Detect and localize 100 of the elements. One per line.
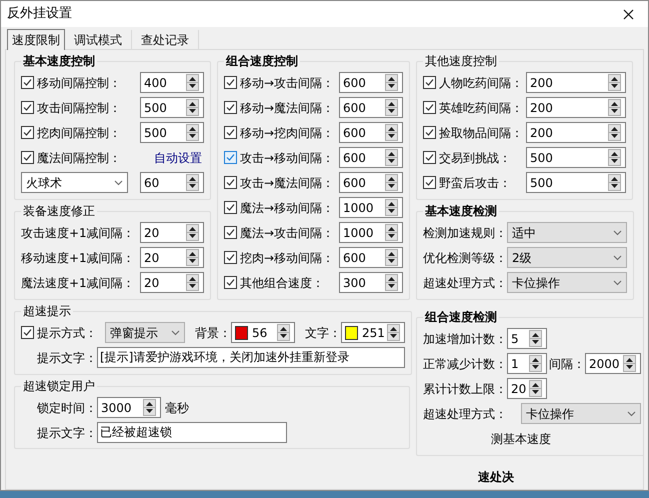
checkbox[interactable]	[224, 76, 237, 89]
number-field[interactable]: 20	[140, 247, 204, 268]
number-field[interactable]: 251	[341, 322, 405, 343]
checkbox[interactable]	[224, 226, 237, 239]
field-label: 优化检测等级：	[423, 250, 507, 266]
field-label: 攻击速度+1减间隔：	[21, 224, 135, 242]
number-field[interactable]: 2000	[585, 353, 641, 374]
number-field[interactable]: 200	[526, 72, 626, 93]
checkbox[interactable]	[224, 126, 237, 139]
spin-button[interactable]	[385, 249, 398, 266]
number-field[interactable]: 600	[339, 247, 403, 268]
number-field[interactable]: 500	[526, 147, 626, 168]
spin-button[interactable]	[608, 99, 621, 116]
field-label: 捡取物品间隔：	[439, 124, 523, 142]
number-field[interactable]: 20	[140, 272, 204, 293]
dropdown[interactable]: 2级	[507, 247, 627, 268]
chevron-icon	[613, 254, 622, 260]
chevron-icon	[627, 410, 636, 416]
checkbox[interactable]	[21, 101, 34, 114]
color-swatch[interactable]	[345, 326, 358, 340]
spin-button[interactable]	[385, 74, 398, 91]
spin-button[interactable]	[186, 274, 199, 291]
number-field[interactable]: 600	[339, 172, 403, 193]
spin-button[interactable]	[385, 224, 398, 241]
field-label: 人物吃药间隔：	[439, 74, 523, 92]
spin-button[interactable]	[608, 149, 621, 166]
spin-button[interactable]	[608, 74, 621, 91]
number-field[interactable]: 200	[526, 97, 626, 118]
number-field[interactable]: 60	[140, 172, 204, 193]
number-field[interactable]: 600	[339, 147, 403, 168]
checkbox[interactable]	[21, 151, 34, 164]
spin-button[interactable]	[143, 399, 156, 416]
checkbox[interactable]	[423, 176, 436, 189]
number-field[interactable]: 300	[339, 272, 403, 293]
text-field[interactable]: [提示]请爱护游戏环境，关闭加速外挂重新登录	[97, 347, 405, 368]
spin-button[interactable]	[385, 174, 398, 191]
dropdown[interactable]: 火球术	[21, 172, 128, 193]
spin-button[interactable]	[186, 74, 199, 91]
checkbox[interactable]	[423, 126, 436, 139]
number-field[interactable]: 400	[140, 72, 204, 93]
spin-button[interactable]	[529, 355, 542, 372]
number-field[interactable]: 1	[507, 353, 547, 374]
checkbox[interactable]	[224, 276, 237, 289]
spin-button[interactable]	[186, 249, 199, 266]
checkbox[interactable]	[423, 76, 436, 89]
spin-button[interactable]	[608, 124, 621, 141]
checkbox[interactable]	[224, 151, 237, 164]
spin-button[interactable]	[186, 224, 199, 241]
spin-button[interactable]	[529, 380, 542, 397]
dropdown[interactable]: 适中	[507, 222, 627, 243]
number-field[interactable]: 20	[507, 378, 547, 399]
spin-button[interactable]	[385, 124, 398, 141]
tab[interactable]: 速度限制	[7, 29, 65, 50]
checkbox[interactable]	[21, 326, 34, 339]
number-field[interactable]: 20	[140, 222, 204, 243]
spin-button[interactable]	[385, 149, 398, 166]
color-swatch[interactable]	[235, 326, 248, 340]
number-field[interactable]: 1000	[339, 222, 403, 243]
checkbox[interactable]	[224, 101, 237, 114]
spin-button[interactable]	[385, 274, 398, 291]
spin-button[interactable]	[623, 355, 636, 372]
spin-button[interactable]	[186, 124, 199, 141]
dropdown[interactable]: 卡位操作	[521, 403, 641, 424]
field-label: 提示方式：	[37, 324, 97, 342]
number-field[interactable]: 3000	[97, 397, 161, 418]
window-title: 反外挂设置	[7, 5, 72, 24]
dropdown[interactable]: 卡位操作	[507, 272, 627, 293]
close-icon[interactable]	[623, 8, 634, 20]
number-field[interactable]: 500	[140, 122, 204, 143]
checkbox[interactable]	[224, 176, 237, 189]
field-label: 累计计数上限：	[423, 380, 507, 398]
number-field[interactable]: 56	[231, 322, 295, 343]
spin-button[interactable]	[385, 99, 398, 116]
spin-button[interactable]	[385, 199, 398, 216]
number-field[interactable]: 600	[339, 72, 403, 93]
spin-button[interactable]	[186, 174, 199, 191]
group-title: 基本速度检测	[424, 203, 498, 220]
spin-button[interactable]	[387, 324, 400, 341]
checkbox[interactable]	[21, 76, 34, 89]
spin-button[interactable]	[186, 99, 199, 116]
checkbox[interactable]	[21, 126, 34, 139]
dropdown[interactable]: 弹窗提示	[105, 322, 185, 343]
number-field[interactable]: 200	[526, 122, 626, 143]
spin-button[interactable]	[608, 174, 621, 191]
field-label: 移动→魔法间隔：	[240, 100, 334, 116]
number-field[interactable]: 5	[507, 328, 547, 349]
number-field[interactable]: 600	[339, 97, 403, 118]
checkbox[interactable]	[224, 201, 237, 214]
auto-set-link[interactable]: 自动设置	[154, 148, 202, 166]
number-field[interactable]: 600	[339, 122, 403, 143]
checkbox[interactable]	[224, 251, 237, 264]
spin-button[interactable]	[277, 324, 290, 341]
checkbox[interactable]	[423, 151, 436, 164]
checkbox[interactable]	[423, 101, 436, 114]
field-label: 挖肉间隔控制：	[37, 124, 121, 142]
number-field[interactable]: 500	[140, 97, 204, 118]
number-field[interactable]: 500	[526, 172, 626, 193]
number-field[interactable]: 1000	[339, 197, 403, 218]
spin-button[interactable]	[529, 330, 542, 347]
text-field[interactable]: 已经被超速锁	[97, 422, 287, 443]
